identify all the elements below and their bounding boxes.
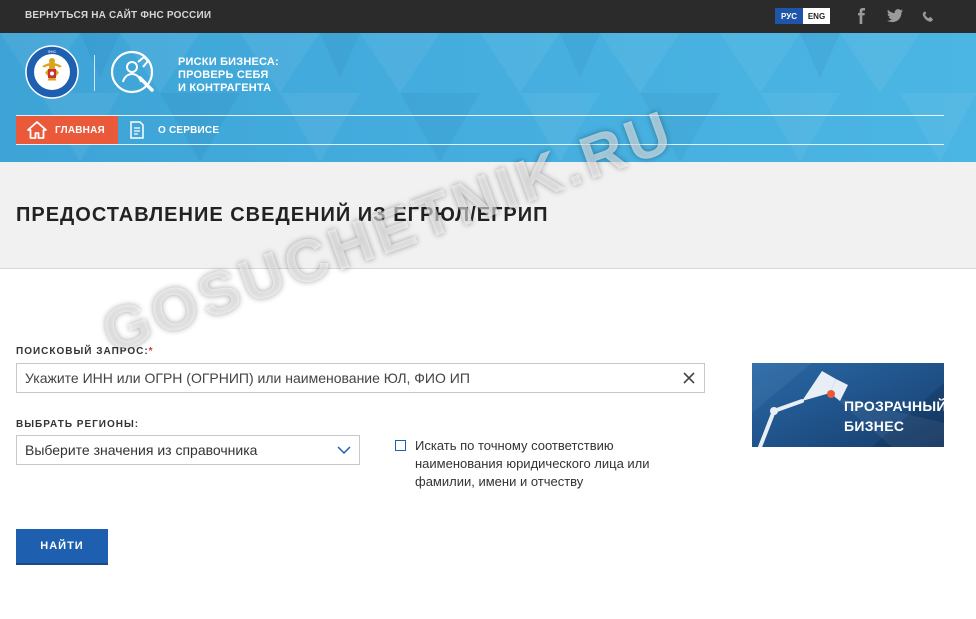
document-icon: [130, 121, 144, 139]
exact-match-checkbox[interactable]: [395, 440, 406, 451]
home-icon: [27, 121, 47, 139]
header-banner: ФНС РИСКИ БИЗНЕСА: ПРОВЕРЬ СЕБЯ И КОНТРА…: [0, 33, 976, 162]
region-label: ВЫБРАТЬ РЕГИОНЫ:: [16, 419, 140, 430]
brand-line-1: РИСКИ БИЗНЕСА:: [178, 56, 279, 68]
back-to-fns-link[interactable]: ВЕРНУТЬСЯ НА САЙТ ФНС РОССИИ: [25, 10, 211, 21]
nav-item-about-label: О СЕРВИСЕ: [158, 124, 220, 136]
banner-text: ПРОЗРАЧНЫЙ БИЗНЕС: [844, 396, 944, 436]
region-select-placeholder: Выберите значения из справочника: [25, 442, 258, 458]
logo-divider: [94, 55, 95, 91]
twitter-icon[interactable]: [885, 7, 905, 25]
lang-en-button[interactable]: ENG: [803, 8, 830, 24]
nav-item-about[interactable]: О СЕРВИСЕ: [128, 116, 238, 144]
search-query-label: ПОИСКОВЫЙ ЗАПРОС:*: [16, 346, 154, 357]
nav-item-home[interactable]: ГЛАВНАЯ: [16, 116, 118, 144]
required-mark: *: [148, 346, 154, 357]
svg-text:ФНС: ФНС: [48, 49, 57, 54]
fns-emblem-icon: ФНС: [25, 45, 79, 99]
clear-input-icon[interactable]: [680, 369, 698, 387]
page-title-band: ПРЕДОСТАВЛЕНИЕ СВЕДЕНИЙ ИЗ ЕГРЮЛ/ЕГРИП: [0, 162, 976, 269]
page-title: ПРЕДОСТАВЛЕНИЕ СВЕДЕНИЙ ИЗ ЕГРЮЛ/ЕГРИП: [16, 204, 549, 226]
service-brand-title: РИСКИ БИЗНЕСА: ПРОВЕРЬ СЕБЯ И КОНТРАГЕНТ…: [178, 56, 279, 95]
lang-ru-button[interactable]: РУС: [775, 8, 803, 24]
banner-line-1: ПРОЗРАЧНЫЙ: [844, 398, 944, 414]
banner-line-2: БИЗНЕС: [844, 418, 905, 434]
find-button[interactable]: НАЙТИ: [16, 529, 108, 565]
top-bar: ВЕРНУТЬСЯ НА САЙТ ФНС РОССИИ РУС ENG: [0, 0, 976, 33]
brand-line-3: И КОНТРАГЕНТА: [178, 82, 272, 94]
facebook-icon[interactable]: [852, 7, 872, 25]
brand-line-2: ПРОВЕРЬ СЕБЯ: [178, 69, 269, 81]
nav-item-home-label: ГЛАВНАЯ: [55, 124, 105, 136]
phone-icon[interactable]: [918, 7, 938, 25]
main-nav: ГЛАВНАЯ О СЕРВИСЕ: [16, 115, 944, 145]
search-query-input[interactable]: [16, 363, 705, 393]
exact-match-label[interactable]: Искать по точному соответствию наименова…: [415, 437, 685, 491]
region-select[interactable]: Выберите значения из справочника: [16, 435, 360, 465]
transparent-business-banner[interactable]: ПРОЗРАЧНЫЙ БИЗНЕС: [752, 363, 944, 447]
business-risk-logo-icon: [110, 50, 154, 94]
chevron-down-icon: [337, 446, 351, 455]
search-query-label-text: ПОИСКОВЫЙ ЗАПРОС:: [16, 346, 149, 357]
